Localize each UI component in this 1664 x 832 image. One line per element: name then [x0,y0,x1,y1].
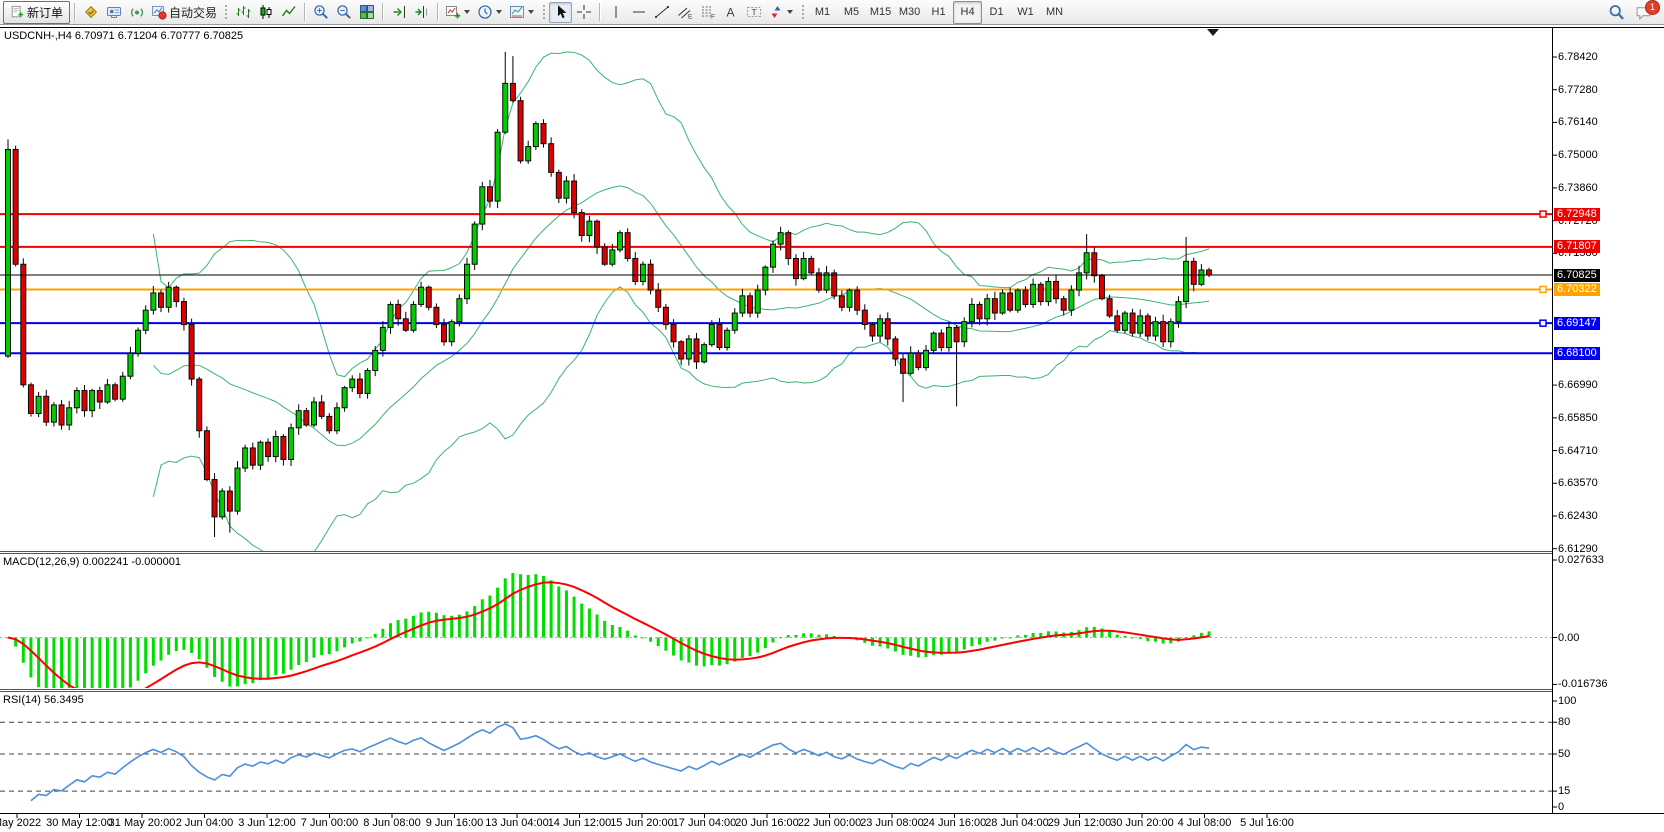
templates-dropdown[interactable] [528,10,534,14]
text-icon: A [723,4,739,20]
equidistant-channel-tool-button[interactable]: E [673,2,696,23]
arrows-icon [768,4,784,20]
auto-scroll-icon [391,4,407,20]
signals-icon [129,4,145,20]
candlestick-chart-button[interactable] [254,2,277,23]
new-order-label: 新订单 [27,4,63,21]
chart-shift-icon [414,4,430,20]
new-order-button[interactable]: 新订单 [3,1,70,24]
zoom-out-button[interactable] [332,2,355,23]
text-label-tool-button[interactable]: T [742,2,765,23]
terminal-icon [106,4,122,20]
periods-button[interactable] [474,2,506,23]
tile-windows-icon [359,4,375,20]
market-watch-icon [83,4,99,20]
market-watch-button[interactable] [79,2,102,23]
tab-m5[interactable]: M5 [837,1,866,24]
horizontal-level-lines[interactable] [0,211,1552,353]
signals-button[interactable] [125,2,148,23]
zoom-in-button[interactable] [309,2,332,23]
toolbar-drag-handle[interactable] [800,3,805,21]
svg-text:F: F [711,14,715,21]
bar-chart-icon [235,4,251,20]
indicators-dropdown[interactable] [464,10,470,14]
candlestick-chart-icon [258,4,274,20]
toolbar-separator [599,3,600,21]
zoom-in-icon [313,4,329,20]
chart-canvas[interactable] [0,0,1664,832]
macd-panel [0,573,1552,708]
crosshair-tool-button[interactable] [572,2,595,23]
terminal-button[interactable] [102,2,125,23]
text-label-icon: T [746,4,762,20]
tab-d1[interactable]: D1 [982,1,1011,24]
toolbar-drag-handle[interactable] [223,3,228,21]
new-order-icon [10,5,24,19]
toolbar-separator [437,3,438,21]
crosshair-icon [576,4,592,20]
trendline-icon [654,4,670,20]
search-button[interactable] [1605,2,1628,23]
clock-icon [477,4,493,20]
trendline-tool-button[interactable] [650,2,673,23]
tab-w1[interactable]: W1 [1011,1,1040,24]
templates-button[interactable] [506,2,538,23]
candles-layer [6,52,1212,537]
auto-trading-button[interactable]: 自动交易 [148,2,220,23]
line-chart-icon [281,4,297,20]
bollinger-bands [153,52,1209,565]
toolbar-separator [74,3,75,21]
chart-shift-marker[interactable] [1207,29,1219,36]
cursor-tool-button[interactable] [549,2,572,23]
text-tool-button[interactable]: A [719,2,742,23]
fibonacci-tool-button[interactable]: F [696,2,719,23]
tab-h4[interactable]: H4 [953,1,982,24]
notifications-button[interactable]: 1 [1632,2,1655,23]
arrows-tool-button[interactable] [765,2,797,23]
vertical-line-tool-button[interactable] [604,2,627,23]
mt4-window: 新订单 [0,0,1664,832]
chart-shift-button[interactable] [410,2,433,23]
bar-chart-button[interactable] [231,2,254,23]
auto-trading-label: 自动交易 [169,4,217,21]
zoom-out-icon [336,4,352,20]
rsi-panel [0,722,1552,801]
indicators-icon [445,4,461,20]
toolbar: 新订单 [0,0,1664,25]
level-drag-point[interactable] [1540,286,1546,292]
cursor-icon [553,4,569,20]
templates-icon [509,4,525,20]
toolbar-drag-handle[interactable] [541,3,546,21]
svg-text:A: A [726,6,734,20]
tab-m30[interactable]: M30 [895,1,924,24]
auto-scroll-button[interactable] [387,2,410,23]
tab-m1[interactable]: M1 [808,1,837,24]
tab-h1[interactable]: H1 [924,1,953,24]
notification-badge: 1 [1645,0,1660,15]
equidistant-channel-icon: E [677,4,693,20]
horizontal-line-tool-button[interactable] [627,2,650,23]
auto-trading-icon [151,4,167,20]
tab-m15[interactable]: M15 [866,1,895,24]
search-icon [1608,4,1625,21]
toolbar-separator [382,3,383,21]
fibonacci-icon: F [700,4,716,20]
vertical-line-icon [608,4,624,20]
indicators-button[interactable] [442,2,474,23]
level-drag-point[interactable] [1540,320,1546,326]
toolbar-separator [304,3,305,21]
line-chart-button[interactable] [277,2,300,23]
tab-mn[interactable]: MN [1040,1,1069,24]
tile-windows-button[interactable] [355,2,378,23]
svg-text:E: E [688,14,693,21]
svg-text:T: T [751,7,756,17]
arrows-dropdown[interactable] [787,10,793,14]
level-drag-point[interactable] [1540,211,1546,217]
periods-dropdown[interactable] [496,10,502,14]
horizontal-line-icon [631,4,647,20]
